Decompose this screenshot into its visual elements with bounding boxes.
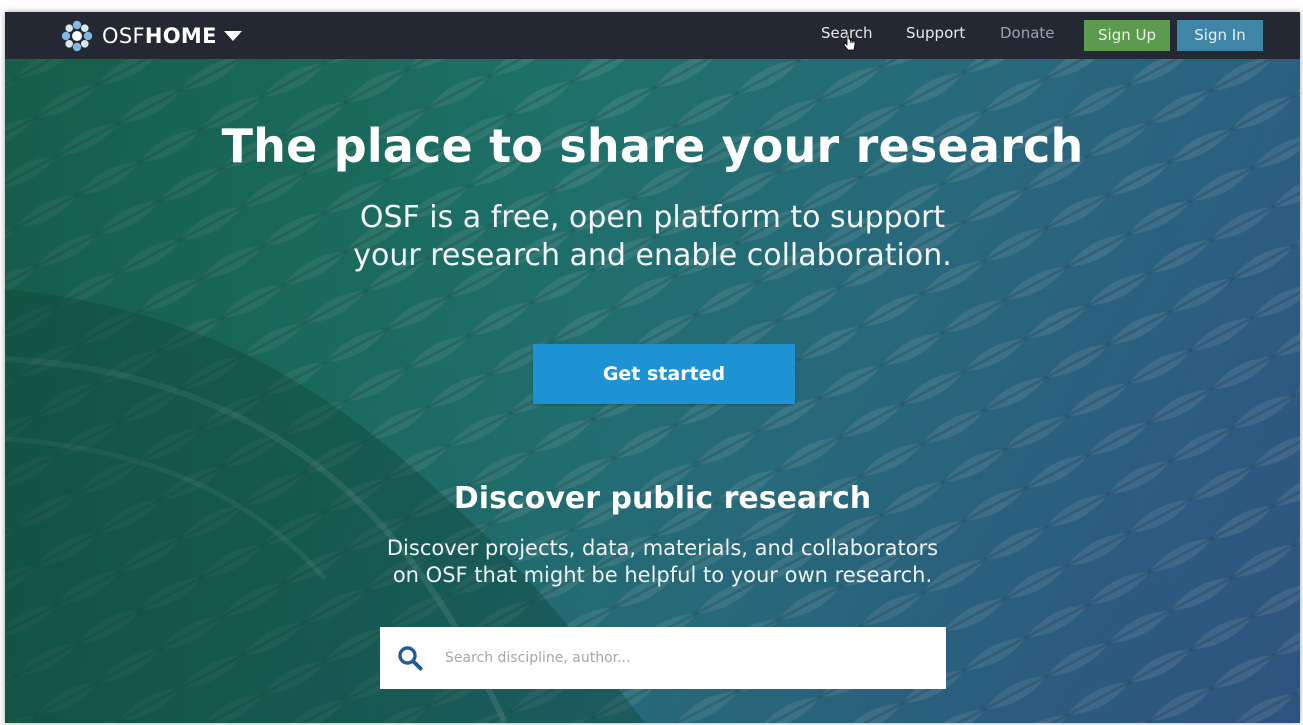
top-navbar: OSF HOME Search Support Donate Sign Up Si…: [5, 12, 1300, 59]
discover-search-box[interactable]: [380, 627, 946, 689]
discover-description-line-1: Discover projects, data, materials, and …: [386, 536, 939, 560]
sign-up-button[interactable]: Sign Up: [1084, 20, 1170, 51]
nav-support-link[interactable]: Support: [906, 24, 965, 42]
sign-in-button[interactable]: Sign In: [1177, 20, 1263, 51]
discover-title: Discover public research: [453, 481, 872, 516]
nav-links: Search Support Donate Sign Up Sign In: [5, 12, 1300, 59]
mouse-pointer-icon: [843, 34, 856, 51]
discover-description-line-2: on OSF that might be helpful to your own…: [392, 563, 933, 587]
hero-title: The place to share your research: [221, 119, 1084, 173]
discover-description: Discover projects, data, materials, and …: [5, 535, 1300, 589]
search-input[interactable]: [443, 642, 917, 674]
browser-viewport: OSF HOME Search Support Donate Sign Up Si…: [5, 12, 1300, 723]
search-icon[interactable]: [397, 645, 423, 671]
hero-subtitle-line-2: your research and enable collaboration.: [353, 238, 952, 273]
hero-subtitle: OSF is a free, open platform to support …: [5, 199, 1300, 275]
get-started-button[interactable]: Get started: [533, 344, 795, 404]
hero-subtitle-line-1: OSF is a free, open platform to support: [359, 200, 946, 235]
nav-donate-link[interactable]: Donate: [1000, 24, 1055, 42]
hero-section: The place to share your research OSF is …: [5, 59, 1300, 723]
